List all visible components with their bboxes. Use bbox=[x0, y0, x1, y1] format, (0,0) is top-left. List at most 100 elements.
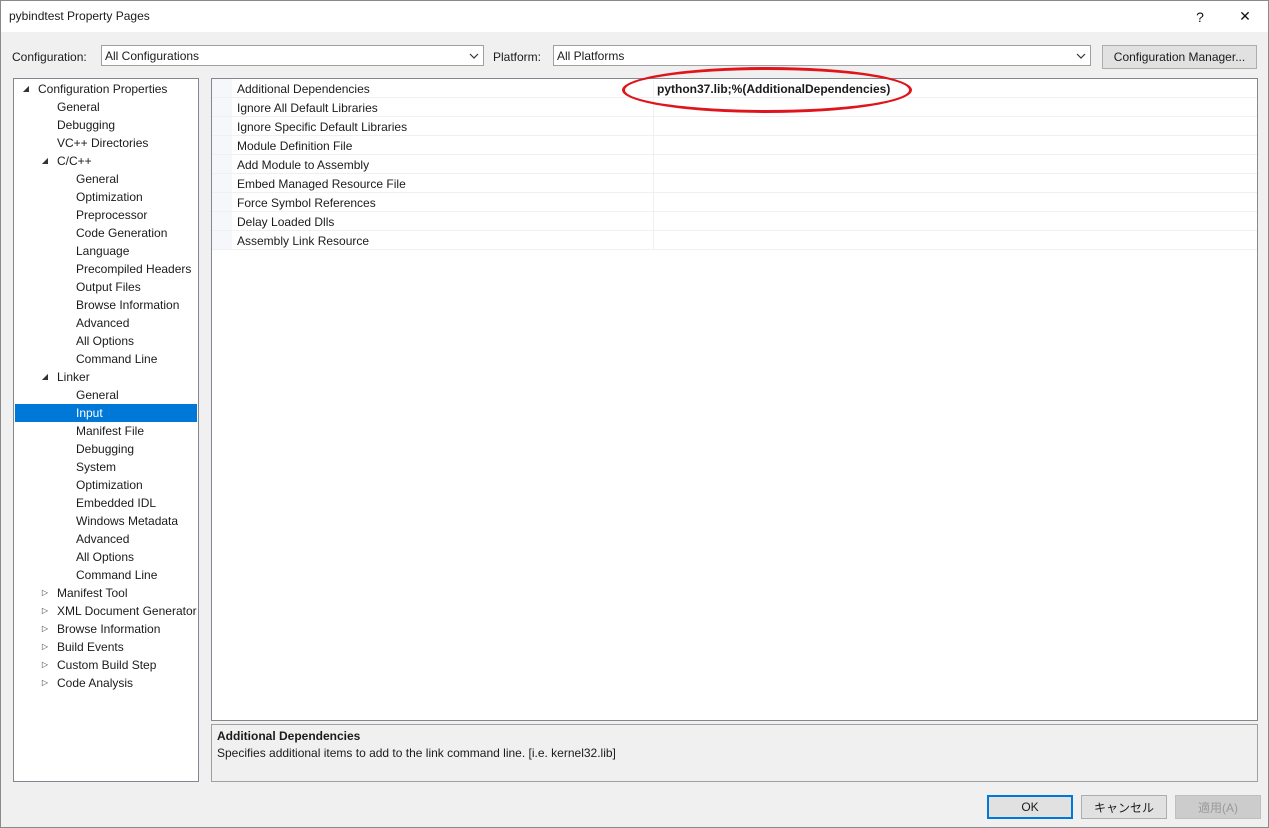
row-gutter bbox=[212, 136, 232, 154]
collapse-arrow-icon[interactable]: ◢ bbox=[39, 368, 51, 386]
tree-item[interactable]: ▷ Browse Information bbox=[15, 620, 197, 638]
tree-item[interactable]: Command Line bbox=[15, 350, 197, 368]
collapse-arrow-icon[interactable]: ◢ bbox=[20, 80, 32, 98]
property-row[interactable]: Embed Managed Resource File bbox=[212, 174, 1257, 193]
cancel-button[interactable]: キャンセル bbox=[1081, 795, 1167, 819]
tree-item[interactable]: Manifest File bbox=[15, 422, 197, 440]
expand-arrow-icon[interactable]: ▷ bbox=[39, 638, 51, 656]
tree-item[interactable]: Optimization bbox=[15, 188, 197, 206]
tree-item-label: Debugging bbox=[57, 118, 116, 132]
expand-arrow-icon[interactable]: ▷ bbox=[39, 674, 51, 692]
tree-item-label: Code Generation bbox=[76, 226, 168, 240]
tree-item[interactable]: Advanced bbox=[15, 314, 197, 332]
column-divider[interactable] bbox=[653, 212, 654, 230]
tree-item-label: General bbox=[57, 100, 100, 114]
property-row[interactable]: Ignore Specific Default Libraries bbox=[212, 117, 1257, 136]
tree-item-label: Language bbox=[76, 244, 130, 258]
tree-item-label: Browse Information bbox=[76, 298, 180, 312]
tree-item-label: Code Analysis bbox=[57, 676, 134, 690]
column-divider[interactable] bbox=[653, 117, 654, 135]
tree-item[interactable]: ▷ Custom Build Step bbox=[15, 656, 197, 674]
property-row[interactable]: Add Module to Assembly bbox=[212, 155, 1257, 174]
tree-item[interactable]: ▷ Code Analysis bbox=[15, 674, 197, 692]
tree-item[interactable]: General bbox=[15, 170, 197, 188]
tree-item[interactable]: VC++ Directories bbox=[15, 134, 197, 152]
apply-button[interactable]: 適用(A) bbox=[1175, 795, 1261, 819]
tree-item[interactable]: ▷ Build Events bbox=[15, 638, 197, 656]
platform-label: Platform: bbox=[493, 50, 542, 64]
description-title: Additional Dependencies bbox=[217, 729, 361, 743]
row-gutter bbox=[212, 79, 232, 97]
tree-item[interactable]: Debugging bbox=[15, 440, 197, 458]
expand-arrow-icon[interactable]: ▷ bbox=[39, 602, 51, 620]
tree-item[interactable]: Preprocessor bbox=[15, 206, 197, 224]
tree-item[interactable]: ◢ Configuration Properties bbox=[15, 80, 197, 98]
tree-item[interactable]: ▷ XML Document Generator bbox=[15, 602, 197, 620]
configuration-dropdown[interactable]: All Configurations bbox=[101, 45, 484, 66]
tree-item[interactable]: ◢ C/C++ bbox=[15, 152, 197, 170]
tree-item-label: Advanced bbox=[76, 532, 130, 546]
column-divider[interactable] bbox=[653, 193, 654, 211]
window-title: pybindtest Property Pages bbox=[9, 9, 150, 23]
configuration-manager-button[interactable]: Configuration Manager... bbox=[1102, 45, 1257, 69]
description-text: Specifies additional items to add to the… bbox=[217, 746, 616, 760]
tree-item[interactable]: System bbox=[15, 458, 197, 476]
tree-item-label: Windows Metadata bbox=[76, 514, 179, 528]
property-name: Module Definition File bbox=[237, 139, 353, 153]
tree-item[interactable]: Windows Metadata bbox=[15, 512, 197, 530]
tree-item[interactable]: Code Generation bbox=[15, 224, 197, 242]
tree-item[interactable]: Language bbox=[15, 242, 197, 260]
tree-item[interactable]: Output Files bbox=[15, 278, 197, 296]
column-divider[interactable] bbox=[653, 136, 654, 154]
expand-arrow-icon[interactable]: ▷ bbox=[39, 584, 51, 602]
tree-item[interactable]: Embedded IDL bbox=[15, 494, 197, 512]
expand-arrow-icon[interactable]: ▷ bbox=[39, 620, 51, 638]
property-row[interactable]: Module Definition File bbox=[212, 136, 1257, 155]
close-icon[interactable]: ✕ bbox=[1223, 1, 1267, 32]
expand-arrow-icon[interactable]: ▷ bbox=[39, 656, 51, 674]
row-gutter bbox=[212, 231, 232, 249]
tree-item[interactable]: Optimization bbox=[15, 476, 197, 494]
tree-item[interactable]: Command Line bbox=[15, 566, 197, 584]
column-divider[interactable] bbox=[653, 98, 654, 116]
property-pages-window: pybindtest Property Pages ? ✕ Configurat… bbox=[0, 0, 1269, 828]
tree-item-label: Debugging bbox=[76, 442, 135, 456]
column-divider[interactable] bbox=[653, 174, 654, 192]
tree-item[interactable]: Debugging bbox=[15, 116, 197, 134]
tree-item-label: C/C++ bbox=[57, 154, 92, 168]
row-gutter bbox=[212, 193, 232, 211]
tree-item[interactable]: ◢ Linker bbox=[15, 368, 197, 386]
tree-item[interactable]: ▷ Manifest Tool bbox=[15, 584, 197, 602]
configuration-value: All Configurations bbox=[105, 49, 200, 63]
title-bar: pybindtest Property Pages ? ✕ bbox=[1, 1, 1268, 32]
tree-item[interactable]: General bbox=[15, 386, 197, 404]
property-value[interactable]: python37.lib;%(AdditionalDependencies) bbox=[657, 82, 890, 96]
property-row[interactable]: Ignore All Default Libraries bbox=[212, 98, 1257, 117]
tree-item[interactable]: Browse Information bbox=[15, 296, 197, 314]
tree-item[interactable]: Advanced bbox=[15, 530, 197, 548]
property-row[interactable]: Force Symbol References bbox=[212, 193, 1257, 212]
description-panel: Additional Dependencies Specifies additi… bbox=[211, 724, 1258, 782]
column-divider[interactable] bbox=[653, 79, 654, 97]
help-icon[interactable]: ? bbox=[1178, 1, 1222, 32]
property-row[interactable]: Additional Dependencies python37.lib;%(Ad… bbox=[212, 79, 1257, 98]
tree-item-label: Output Files bbox=[76, 280, 141, 294]
property-grid: Additional Dependencies python37.lib;%(Ad… bbox=[211, 78, 1258, 721]
platform-dropdown[interactable]: All Platforms bbox=[553, 45, 1091, 66]
platform-value: All Platforms bbox=[557, 49, 625, 63]
configuration-label: Configuration: bbox=[12, 50, 87, 64]
tree-item-label: Precompiled Headers bbox=[76, 262, 192, 276]
column-divider[interactable] bbox=[653, 155, 654, 173]
tree-item[interactable]: Input bbox=[15, 404, 197, 422]
tree-item[interactable]: General bbox=[15, 98, 197, 116]
property-row[interactable]: Assembly Link Resource bbox=[212, 231, 1257, 250]
tree-item[interactable]: Precompiled Headers bbox=[15, 260, 197, 278]
property-row[interactable]: Delay Loaded Dlls bbox=[212, 212, 1257, 231]
tree-item[interactable]: All Options bbox=[15, 548, 197, 566]
collapse-arrow-icon[interactable]: ◢ bbox=[39, 152, 51, 170]
column-divider[interactable] bbox=[653, 231, 654, 249]
tree-item[interactable]: All Options bbox=[15, 332, 197, 350]
tree-item-label: Command Line bbox=[76, 352, 158, 366]
ok-button[interactable]: OK bbox=[987, 795, 1073, 819]
tree-item-label: Advanced bbox=[76, 316, 130, 330]
